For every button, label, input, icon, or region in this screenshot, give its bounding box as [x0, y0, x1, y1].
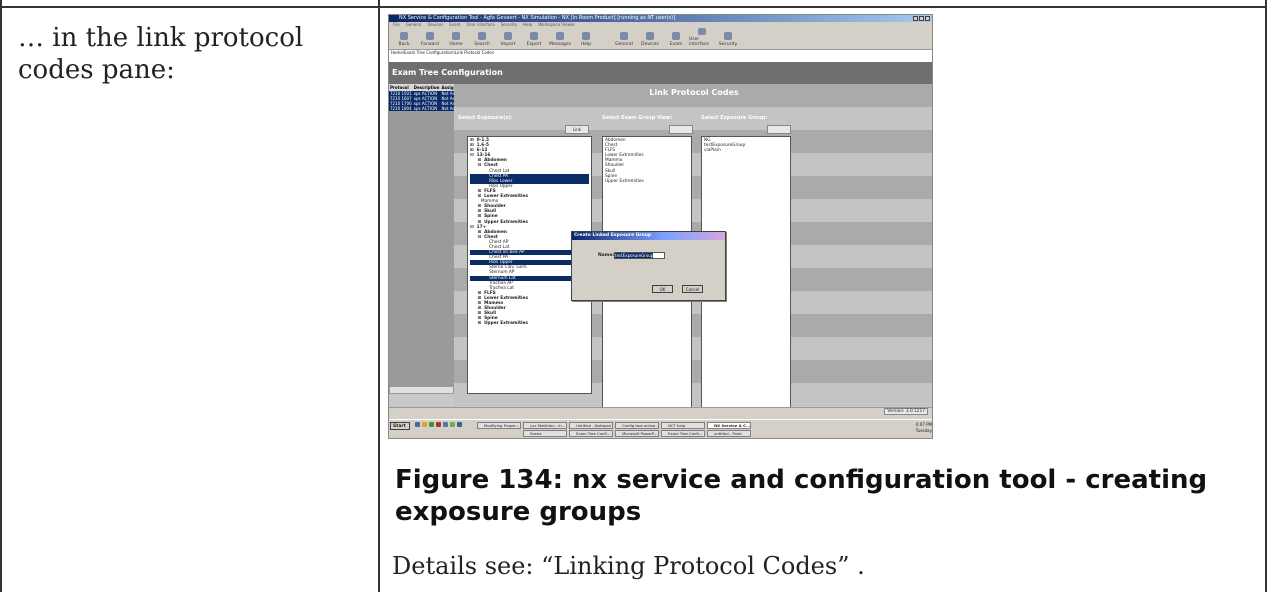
back-arrow-icon: [400, 32, 408, 40]
export-button[interactable]: Export: [521, 28, 547, 49]
taskbar-item[interactable]: untitled - Paint: [707, 430, 751, 437]
exam-group-browse-button[interactable]: ...: [669, 125, 693, 134]
back-button[interactable]: Back: [391, 28, 417, 49]
protocol-table: Protocol Description Assign 7210 1501 xp…: [389, 84, 458, 111]
select-exam-group-label: Select Exam Group View:: [602, 115, 673, 121]
taskbar-item[interactable]: Config tool online...: [615, 422, 659, 429]
select-exposure-group-label: Select Exposure Group:: [701, 115, 768, 121]
taskbar-item[interactable]: Microsoft PowerP...: [615, 430, 659, 437]
window-title: NX Service & Configuration Tool - Agfa G…: [399, 15, 676, 21]
help-icon: [582, 32, 590, 40]
create-linked-exposure-group-dialog: Create Linked Exposure Group Name: testE…: [571, 231, 726, 301]
table-top-border: [0, 6, 1267, 8]
taskbar-clock: 6:07 PM Tuesday: [902, 422, 932, 437]
exam-group-item[interactable]: Upper Extremities: [605, 179, 689, 184]
version-label: Version: 3.0.1217: [884, 408, 928, 415]
minimize-icon[interactable]: [913, 16, 918, 21]
pane-title: Link Protocol Codes: [649, 88, 739, 97]
taskbar-item-active[interactable]: NX Service & C...: [707, 422, 751, 429]
close-icon[interactable]: [925, 16, 930, 21]
user-interface-icon: [698, 28, 706, 35]
user-interface-button[interactable]: User interface: [689, 28, 715, 49]
taskbar-item[interactable]: Exam Tree Confi...: [569, 430, 613, 437]
name-input-value: testExposureGroup: [615, 253, 654, 258]
exam-icon: [672, 32, 680, 40]
forward-button[interactable]: Forward: [417, 28, 443, 49]
figure-caption: Figure 134: nx service and configuration…: [395, 465, 1208, 527]
devices-icon: [646, 32, 654, 40]
taskbar-item[interactable]: Modifying Proper...: [477, 422, 521, 429]
toolbar: Back Forward Home Search Import Export M…: [389, 28, 932, 50]
devices-button[interactable]: Devices: [637, 28, 663, 49]
column-header[interactable]: Description: [412, 84, 441, 91]
home-icon: [452, 32, 460, 40]
row-label: … in the link protocol codes pane:: [18, 23, 304, 85]
help-button[interactable]: Help: [573, 28, 599, 49]
name-label: Name:: [598, 253, 615, 258]
ok-button[interactable]: OK: [652, 285, 673, 293]
home-button[interactable]: Home: [443, 28, 469, 49]
start-button[interactable]: Start: [390, 422, 410, 430]
table-left-border: [0, 0, 2, 592]
breadcrumb: Home\Exam Tree Configuration\Link Protoc…: [389, 50, 932, 56]
maximize-icon[interactable]: [919, 16, 924, 21]
quick-launch-icon[interactable]: [457, 422, 462, 427]
import-icon: [504, 32, 512, 40]
quick-launch-icon[interactable]: [436, 422, 441, 427]
taskbar-item[interactable]: Luc Matthieu - In...: [523, 422, 567, 429]
name-input[interactable]: testExposureGroup: [614, 252, 665, 259]
main-area: Exam Tree Configuration Protocol Descrip…: [389, 62, 932, 408]
security-button[interactable]: Security: [715, 28, 741, 49]
search-button[interactable]: Search: [469, 28, 495, 49]
table-column-divider: [378, 0, 380, 592]
forward-arrow-icon: [426, 32, 434, 40]
cancel-button[interactable]: Cancel: [682, 285, 703, 293]
taskbar-item[interactable]: Exam Tree Confi...: [661, 430, 705, 437]
select-exposures-label: Select Exposure(s):: [458, 115, 513, 121]
search-icon: [478, 32, 486, 40]
table-header-row: Protocol Description Assign: [389, 84, 458, 91]
exposure-group-item[interactable]: viaPlain: [704, 148, 788, 153]
protocol-panel: Protocol Description Assign 7210 1501 xp…: [389, 84, 458, 394]
quick-launch-icon[interactable]: [450, 422, 455, 427]
general-button[interactable]: General: [611, 28, 637, 49]
messages-button[interactable]: Messages: [547, 28, 573, 49]
link-button[interactable]: Link: [565, 125, 589, 134]
exposure-tree-item[interactable]: ⊞ Upper Extremities: [470, 321, 589, 326]
quick-launch-icon[interactable]: [415, 422, 420, 427]
application-screenshot: NX Service & Configuration Tool - Agfa G…: [388, 14, 933, 439]
quick-launch-icon[interactable]: [429, 422, 434, 427]
table-cell: 7210 1804: [389, 106, 413, 111]
page-title: Exam Tree Configuration: [389, 62, 932, 84]
clock-day: Tuesday: [915, 428, 932, 433]
window-controls: [913, 16, 930, 21]
taskbar-item[interactable]: NCT help: [661, 422, 705, 429]
general-icon: [620, 32, 628, 40]
dialog-title: Create Linked Exposure Group: [572, 232, 725, 240]
taskbar-item[interactable]: Sasha: [523, 430, 567, 437]
exposure-group-browse-button[interactable]: ...: [767, 125, 791, 134]
quick-launch-icon[interactable]: [443, 422, 448, 427]
table-row[interactable]: 7210 1804 xps ACTION Not As: [389, 106, 458, 111]
column-header[interactable]: Protocol: [389, 84, 413, 91]
taskbar: Start Modifying Proper... Luc Matthieu -…: [389, 419, 932, 438]
warning-icon: [556, 32, 564, 40]
horizontal-scrollbar[interactable]: [389, 386, 454, 394]
exam-button[interactable]: Exam: [663, 28, 689, 49]
window-titlebar: NX Service & Configuration Tool - Agfa G…: [389, 15, 932, 22]
details-reference: Details see: “Linking Protocol Codes” .: [392, 552, 865, 580]
export-icon: [530, 32, 538, 40]
quick-launch-icon[interactable]: [422, 422, 427, 427]
taskbar-item[interactable]: Untitled - Notepad: [569, 422, 613, 429]
security-icon: [724, 32, 732, 40]
table-cell: xps ACTION: [412, 106, 441, 111]
import-button[interactable]: Import: [495, 28, 521, 49]
